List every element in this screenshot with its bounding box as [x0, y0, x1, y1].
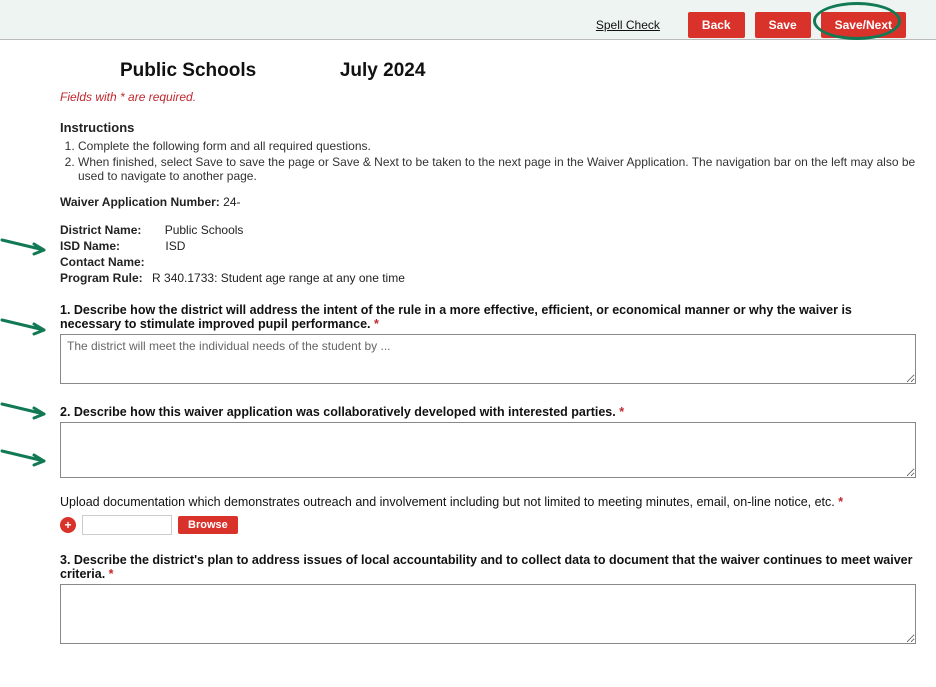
title-month: July 2024 [340, 60, 426, 82]
question-3-textarea[interactable] [60, 584, 916, 644]
file-name-slot [82, 515, 172, 535]
required-asterisk: * [109, 567, 114, 581]
instruction-item: When finished, select Save to save the p… [78, 155, 916, 183]
question-1-textarea[interactable] [60, 334, 916, 384]
save-button[interactable]: Save [755, 12, 811, 38]
page-title-row: Public Schools July 2024 [60, 60, 916, 82]
back-button[interactable]: Back [688, 12, 745, 38]
annotation-arrow-icon [0, 400, 50, 420]
district-name-label: District Name: [60, 223, 141, 237]
spell-check-link[interactable]: Spell Check [596, 18, 660, 32]
annotation-arrow-icon [0, 236, 50, 256]
required-asterisk: * [838, 495, 843, 509]
page-body: Public Schools July 2024 Fields with * a… [0, 40, 936, 687]
isd-name-value: ISD [165, 239, 185, 253]
required-asterisk: * [374, 317, 379, 331]
isd-name-label: ISD Name: [60, 239, 120, 253]
add-file-icon[interactable]: + [60, 517, 76, 533]
title-district: Public Schools [120, 60, 256, 82]
upload-label: Upload documentation which demonstrates … [60, 495, 843, 509]
isd-name-row: ISD Name: ISD [60, 239, 916, 253]
contact-name-row: Contact Name: [60, 255, 916, 269]
instruction-item: Complete the following form and all requ… [78, 139, 916, 153]
required-fields-note: Fields with * are required. [60, 90, 916, 104]
question-2-label: 2. Describe how this waiver application … [60, 405, 916, 419]
waiver-number-label: Waiver Application Number: [60, 195, 220, 209]
district-name-row: District Name: Public Schools [60, 223, 916, 237]
annotation-arrow-icon [0, 316, 50, 336]
program-rule-label: Program Rule: [60, 271, 143, 285]
required-asterisk: * [619, 405, 624, 419]
question-3-label: 3. Describe the district's plan to addre… [60, 553, 916, 581]
program-rule-row: Program Rule: R 340.1733: Student age ra… [60, 271, 916, 285]
annotation-arrow-icon [0, 447, 50, 467]
contact-name-label: Contact Name: [60, 255, 145, 269]
district-name-value: Public Schools [165, 223, 244, 237]
instructions-block: Instructions Complete the following form… [60, 120, 916, 183]
instructions-heading: Instructions [60, 120, 916, 135]
waiver-number-value: 24- [223, 195, 240, 209]
program-rule-value: R 340.1733: Student age range at any one… [152, 271, 405, 285]
question-2-textarea[interactable] [60, 422, 916, 478]
waiver-number-row: Waiver Application Number: 24- [60, 195, 916, 209]
top-toolbar: Spell Check Back Save Save/Next [0, 0, 936, 40]
question-1-label: 1. Describe how the district will addres… [60, 303, 916, 331]
save-next-button[interactable]: Save/Next [821, 12, 906, 38]
